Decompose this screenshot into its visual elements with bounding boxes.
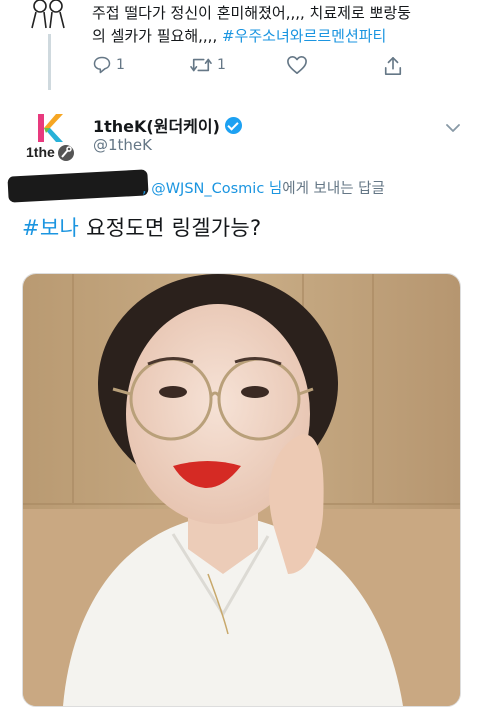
previous-tweet-text: 주접 떨다가 정신이 혼미해졌어,,,, 치료제로 뽀랑둥 의 셀카가 필요해,…: [92, 2, 467, 48]
mention-link[interactable]: @WJSN_Cosmic: [151, 181, 264, 197]
tweet-body: 요정도면 링겔가능?: [79, 216, 262, 240]
share-button[interactable]: [383, 55, 403, 77]
hashtag-link[interactable]: #우주소녀와르르멘션파티: [222, 27, 386, 45]
redaction-mark: [7, 169, 149, 203]
retweet-button[interactable]: 1: [189, 55, 226, 75]
verified-badge-icon: [224, 116, 242, 134]
previous-tweet-line2: 의 셀카가 필요해,,,,: [92, 27, 222, 45]
previous-tweet-line1: 주접 떨다가 정신이 혼미해졌어,,,, 치료제로 뽀랑둥: [92, 4, 411, 22]
thread-line: [48, 34, 51, 90]
like-button[interactable]: [286, 55, 308, 75]
tweet-actions: 1 1: [92, 55, 412, 79]
heart-icon: [287, 56, 307, 74]
avatar-text: 1the: [26, 144, 55, 160]
reply-icon: [93, 56, 111, 74]
chevron-down-icon[interactable]: [445, 118, 461, 137]
k-logo: [38, 114, 63, 142]
replying-to: , @WJSN_Cosmic 님에게 보내는 답글: [0, 169, 480, 203]
display-name-text: 1theK(원더케이): [93, 117, 220, 136]
tweet-text: #보나 요정도면 링겔가능?: [22, 212, 262, 242]
reply-separator: ,: [142, 181, 152, 197]
reply-suffix: 에게 보내는 답글: [282, 181, 385, 197]
reply-count: 1: [116, 57, 125, 73]
hashtag-link[interactable]: #보나: [22, 216, 79, 240]
mention-suffix: 님: [264, 181, 283, 197]
retweet-icon: [190, 58, 212, 72]
previous-tweet[interactable]: 주접 떨다가 정신이 혼미해졌어,,,, 치료제로 뽀랑둥 의 셀카가 필요해,…: [0, 0, 480, 92]
tweet-photo[interactable]: [22, 273, 461, 707]
reply-button[interactable]: 1: [92, 55, 125, 75]
two-figures-icon[interactable]: [26, 0, 72, 34]
share-icon: [384, 57, 402, 75]
avatar[interactable]: 1the: [26, 112, 76, 162]
display-name[interactable]: 1theK(원더케이): [93, 113, 242, 137]
handle[interactable]: @1theK: [93, 136, 152, 154]
retweet-count: 1: [217, 57, 226, 73]
